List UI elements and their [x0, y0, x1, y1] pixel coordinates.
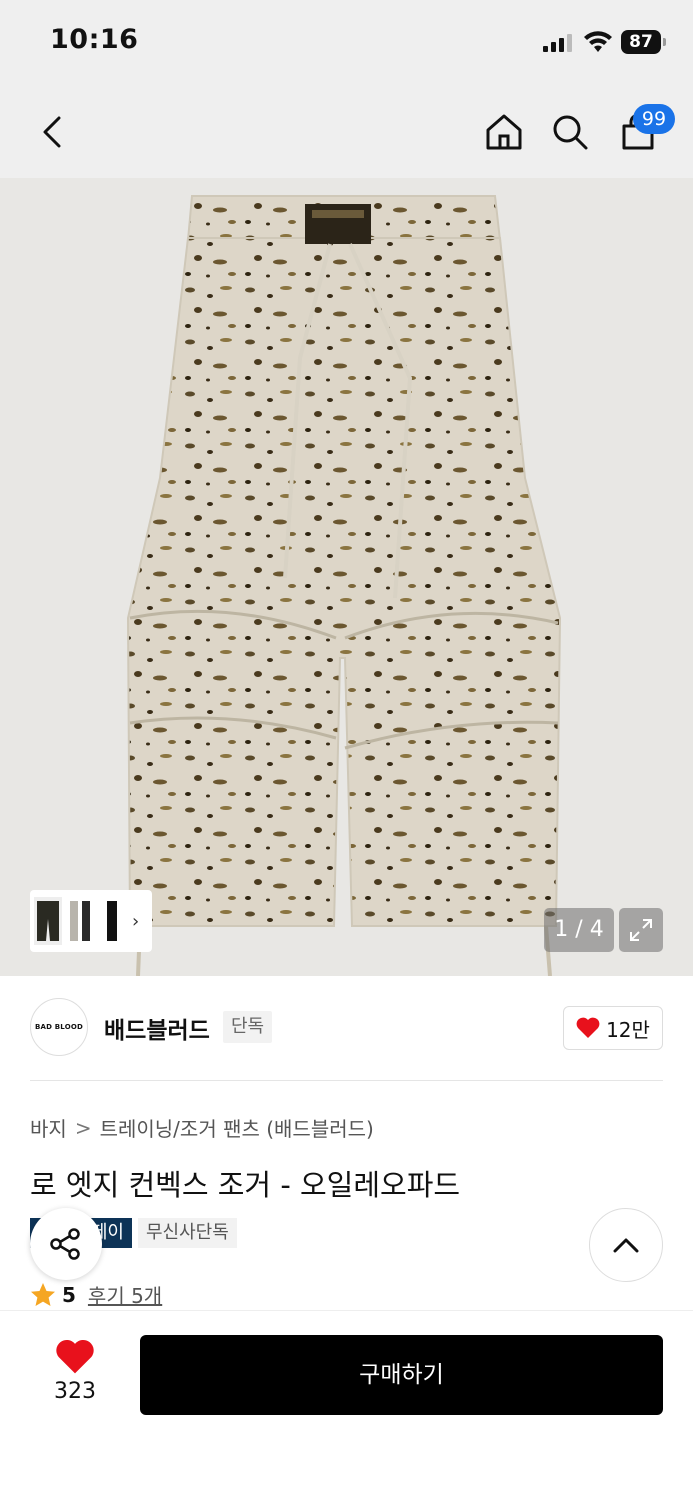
product-title: 로 엣지 컨벡스 조거 - 오일레오파드	[30, 1168, 461, 1202]
chevron-right-icon: ›	[132, 910, 140, 932]
battery-indicator: 87	[621, 30, 667, 54]
rating-row: 5 후기 5개	[30, 1280, 162, 1309]
search-icon	[553, 115, 588, 150]
brand-logo[interactable]: BAD BLOOD	[30, 998, 88, 1056]
divider	[30, 1080, 663, 1081]
heart-icon	[56, 1339, 94, 1374]
brand-like-count: 12만	[606, 1017, 650, 1042]
chevron-up-icon	[613, 1238, 639, 1253]
brand-like-button[interactable]: 12만	[563, 1006, 663, 1050]
scroll-to-top-button[interactable]	[589, 1208, 663, 1282]
top-nav-bar	[0, 88, 693, 178]
status-bar: 10:16 87	[0, 0, 693, 88]
heart-icon	[576, 1017, 600, 1038]
share-button[interactable]	[30, 1208, 102, 1280]
image-page-counter: 1 / 4	[544, 908, 614, 952]
thumbnail-strip[interactable]: ›	[30, 890, 152, 952]
wishlist-count: 323	[54, 1379, 96, 1404]
rating-value: 5	[62, 1282, 76, 1307]
product-tag-exclusive: 무신사단독	[138, 1218, 237, 1248]
wifi-icon	[584, 31, 612, 52]
home-button[interactable]	[478, 106, 530, 158]
status-time: 10:16	[50, 24, 139, 55]
review-link[interactable]: 후기 5개	[88, 1280, 162, 1309]
breadcrumb-category[interactable]: 바지	[30, 1113, 67, 1142]
thumbnail-image	[98, 897, 126, 945]
back-button[interactable]	[26, 106, 78, 158]
share-icon	[50, 1228, 80, 1260]
thumbnail-image	[34, 897, 62, 945]
brand-exclusive-tag: 단독	[223, 1011, 273, 1043]
expand-image-button[interactable]	[619, 908, 663, 952]
wishlist-button[interactable]: 323	[40, 1339, 110, 1419]
cart-count-badge: 99	[633, 104, 675, 134]
expand-icon	[630, 919, 652, 941]
product-image-gallery[interactable]: › 1 / 4	[0, 178, 693, 976]
buy-button[interactable]: 구매하기	[140, 1335, 663, 1415]
brand-name[interactable]: 배드블러드	[104, 1011, 210, 1045]
product-image	[0, 178, 693, 976]
thumbnail-image	[66, 897, 94, 945]
signal-icon	[543, 34, 572, 52]
thumbnail-1[interactable]	[34, 896, 62, 946]
breadcrumb: 바지 > 트레이닝/조거 팬츠 (배드블러드)	[30, 1113, 374, 1142]
chevron-left-icon	[43, 116, 61, 148]
bottom-purchase-bar: 323 구매하기	[0, 1310, 693, 1500]
breadcrumb-separator: >	[74, 1115, 92, 1140]
star-icon	[31, 1282, 55, 1306]
battery-cap	[663, 38, 666, 46]
home-icon	[486, 114, 522, 150]
brand-row: BAD BLOOD 배드블러드 단독 12만	[30, 998, 663, 1056]
thumbnail-2[interactable]	[66, 896, 94, 946]
search-button[interactable]	[544, 106, 596, 158]
battery-level: 87	[621, 30, 661, 54]
breadcrumb-subcategory[interactable]: 트레이닝/조거 팬츠 (배드블러드)	[100, 1113, 374, 1142]
thumbnail-3[interactable]	[98, 896, 126, 946]
